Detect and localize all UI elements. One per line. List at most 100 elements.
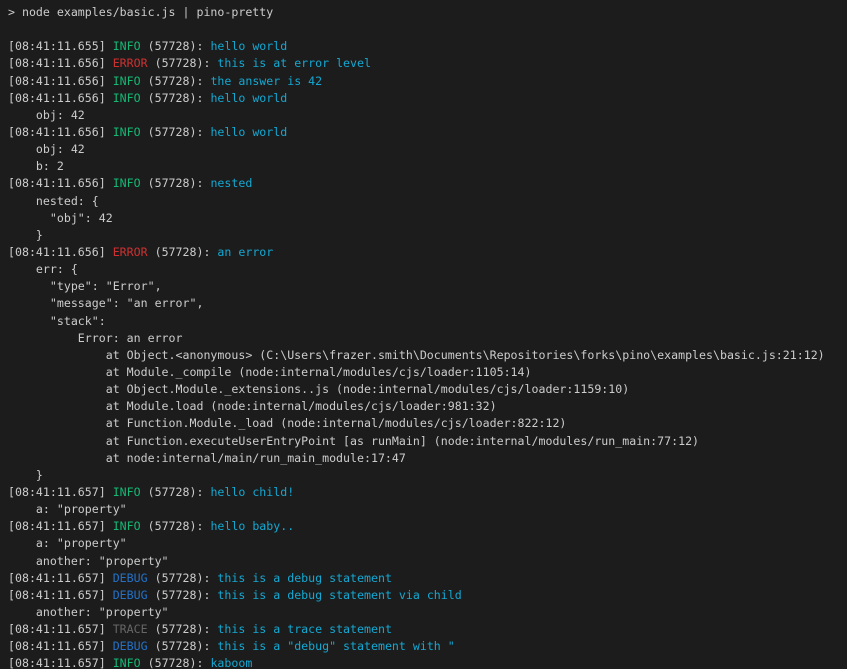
log-level-badge: DEBUG <box>113 571 148 585</box>
log-level-badge: ERROR <box>113 245 148 259</box>
detail-text: "message": "an error", <box>8 296 203 310</box>
log-message: an error <box>217 245 273 259</box>
log-message: this is a debug statement <box>217 571 392 585</box>
log-message: this is a debug statement via child <box>217 588 461 602</box>
detail-text: "type": "Error", <box>8 279 162 293</box>
detail-line: "type": "Error", <box>8 278 847 295</box>
log-line: [08:41:11.656] INFO (57728): the answer … <box>8 73 847 90</box>
log-timestamp: [08:41:11.656] <box>8 56 113 70</box>
terminal-screen[interactable]: > node examples/basic.js | pino-pretty [… <box>0 0 847 669</box>
detail-line: nested: { <box>8 193 847 210</box>
log-line: [08:41:11.657] DEBUG (57728): this is a … <box>8 570 847 587</box>
log-timestamp: [08:41:11.656] <box>8 125 113 139</box>
detail-text: err: { <box>8 262 78 276</box>
detail-line: Error: an error <box>8 330 847 347</box>
log-message: the answer is 42 <box>210 74 322 88</box>
detail-line: "obj": 42 <box>8 210 847 227</box>
log-pid: (57728): <box>141 91 211 105</box>
log-level-badge: INFO <box>113 125 141 139</box>
log-timestamp: [08:41:11.656] <box>8 245 113 259</box>
log-pid: (57728): <box>141 519 211 533</box>
detail-line: at node:internal/main/run_main_module:17… <box>8 450 847 467</box>
detail-text: nested: { <box>8 194 99 208</box>
terminal-output: > node examples/basic.js | pino-pretty [… <box>8 4 847 669</box>
log-timestamp: [08:41:11.657] <box>8 519 113 533</box>
detail-text: at Module.load (node:internal/modules/cj… <box>8 399 497 413</box>
log-line: [08:41:11.656] INFO (57728): hello world <box>8 90 847 107</box>
detail-line: at Function.Module._load (node:internal/… <box>8 415 847 432</box>
log-line: [08:41:11.657] INFO (57728): kaboom <box>8 655 847 669</box>
log-pid: (57728): <box>148 571 218 585</box>
log-level-badge: INFO <box>113 91 141 105</box>
command-line: > node examples/basic.js | pino-pretty <box>8 4 847 21</box>
log-line: [08:41:11.656] ERROR (57728): an error <box>8 244 847 261</box>
detail-line: another: "property" <box>8 604 847 621</box>
detail-line: } <box>8 227 847 244</box>
detail-text: b: 2 <box>8 159 64 173</box>
detail-text: "stack": <box>8 314 106 328</box>
blank-text <box>8 22 15 36</box>
log-message: hello world <box>210 125 287 139</box>
command-text: > node examples/basic.js | pino-pretty <box>8 5 273 19</box>
log-level-badge: ERROR <box>113 56 148 70</box>
blank-line <box>8 21 847 38</box>
detail-text: at Function.Module._load (node:internal/… <box>8 416 566 430</box>
log-pid: (57728): <box>141 176 211 190</box>
log-level-badge: INFO <box>113 485 141 499</box>
detail-text: } <box>8 228 43 242</box>
log-message: nested <box>210 176 252 190</box>
log-line: [08:41:11.655] INFO (57728): hello world <box>8 38 847 55</box>
log-level-badge: INFO <box>113 519 141 533</box>
detail-text: at Object.Module._extensions..js (node:i… <box>8 382 629 396</box>
log-line: [08:41:11.657] DEBUG (57728): this is a … <box>8 587 847 604</box>
log-level-badge: INFO <box>113 39 141 53</box>
detail-text: at Function.executeUserEntryPoint [as ru… <box>8 434 699 448</box>
log-timestamp: [08:41:11.656] <box>8 74 113 88</box>
log-pid: (57728): <box>141 656 211 669</box>
log-message: hello world <box>210 91 287 105</box>
log-timestamp: [08:41:11.656] <box>8 91 113 105</box>
detail-line: obj: 42 <box>8 107 847 124</box>
detail-line: } <box>8 467 847 484</box>
detail-text: a: "property" <box>8 502 127 516</box>
detail-line: at Object.Module._extensions..js (node:i… <box>8 381 847 398</box>
log-message: kaboom <box>210 656 252 669</box>
detail-text: "obj": 42 <box>8 211 113 225</box>
log-timestamp: [08:41:11.657] <box>8 622 113 636</box>
log-line: [08:41:11.657] TRACE (57728): this is a … <box>8 621 847 638</box>
log-message: hello world <box>210 39 287 53</box>
log-level-badge: TRACE <box>113 622 148 636</box>
detail-line: a: "property" <box>8 501 847 518</box>
log-level-badge: INFO <box>113 656 141 669</box>
detail-line: another: "property" <box>8 553 847 570</box>
log-timestamp: [08:41:11.657] <box>8 485 113 499</box>
log-timestamp: [08:41:11.657] <box>8 571 113 585</box>
log-pid: (57728): <box>148 639 218 653</box>
log-pid: (57728): <box>141 74 211 88</box>
log-pid: (57728): <box>141 39 211 53</box>
log-message: this is at error level <box>217 56 371 70</box>
log-level-badge: INFO <box>113 176 141 190</box>
detail-line: "message": "an error", <box>8 295 847 312</box>
log-level-badge: INFO <box>113 74 141 88</box>
log-timestamp: [08:41:11.657] <box>8 639 113 653</box>
detail-line: b: 2 <box>8 158 847 175</box>
log-line: [08:41:11.657] DEBUG (57728): this is a … <box>8 638 847 655</box>
log-line: [08:41:11.656] INFO (57728): hello world <box>8 124 847 141</box>
log-line: [08:41:11.656] ERROR (57728): this is at… <box>8 55 847 72</box>
log-level-badge: DEBUG <box>113 639 148 653</box>
detail-text: another: "property" <box>8 554 169 568</box>
detail-line: obj: 42 <box>8 141 847 158</box>
log-message: this is a "debug" statement with " <box>217 639 454 653</box>
log-pid: (57728): <box>148 56 218 70</box>
log-timestamp: [08:41:11.655] <box>8 39 113 53</box>
detail-text: } <box>8 468 43 482</box>
log-timestamp: [08:41:11.656] <box>8 176 113 190</box>
detail-text: obj: 42 <box>8 108 85 122</box>
detail-text: at Object.<anonymous> (C:\Users\frazer.s… <box>8 348 825 362</box>
log-line: [08:41:11.657] INFO (57728): hello baby.… <box>8 518 847 535</box>
log-level-badge: DEBUG <box>113 588 148 602</box>
log-pid: (57728): <box>148 245 218 259</box>
detail-line: at Object.<anonymous> (C:\Users\frazer.s… <box>8 347 847 364</box>
log-line: [08:41:11.656] INFO (57728): nested <box>8 175 847 192</box>
